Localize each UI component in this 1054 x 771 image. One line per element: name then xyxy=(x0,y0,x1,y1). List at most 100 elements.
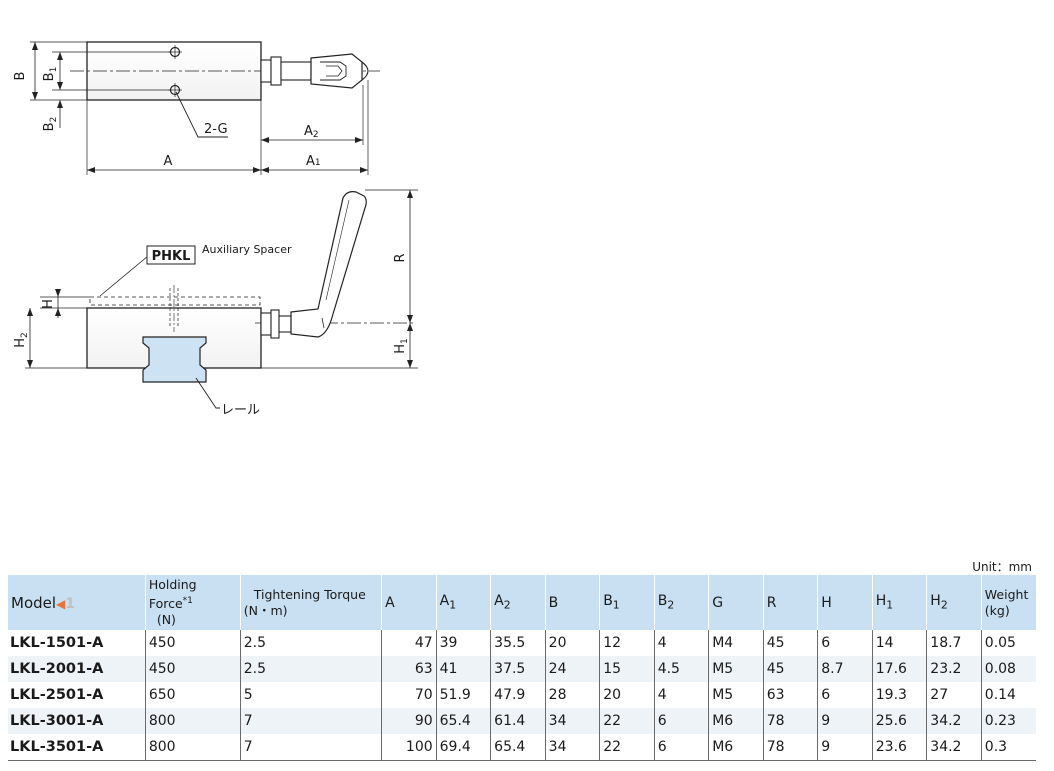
col-header-R: R xyxy=(762,575,818,631)
col-header-H2: H2 xyxy=(926,575,982,631)
cell-H: 6 xyxy=(817,630,873,657)
cell-B2: 6 xyxy=(653,734,709,762)
cell-A: 100 xyxy=(381,734,437,762)
cell-R: 63 xyxy=(762,682,818,709)
cell-H1: 14 xyxy=(871,630,927,657)
col-header-B1: B1 xyxy=(599,575,655,631)
cell-A1: 51.9 xyxy=(435,682,491,709)
top-view xyxy=(30,41,380,175)
table-row: LKL-2001-A 450 2.5 63 41 37.5 24 15 4.5 … xyxy=(8,656,1036,683)
side-view xyxy=(25,189,418,409)
label-2G: 2-G xyxy=(204,122,228,137)
cell-H1: 23.6 xyxy=(871,734,927,762)
cell-A2: 65.4 xyxy=(490,734,546,762)
cell-H: 6 xyxy=(817,682,873,709)
cell-R: 78 xyxy=(762,708,818,735)
cell-H2: 34.2 xyxy=(926,708,982,735)
label-A2: A2 xyxy=(304,124,319,140)
col-header-A2: A2 xyxy=(490,575,546,631)
cell-R: 78 xyxy=(762,734,818,762)
cell-B1: 22 xyxy=(599,734,655,762)
cell-B: 24 xyxy=(544,656,600,683)
table-row: LKL-2501-A 650 5 70 51.9 47.9 28 20 4 M5… xyxy=(8,682,1036,709)
col-header-A: A xyxy=(381,575,437,631)
cell-force: 450 xyxy=(144,630,241,657)
unit-label: Unit：mm xyxy=(972,560,1032,574)
cell-A: 90 xyxy=(381,708,437,735)
cell-B: 34 xyxy=(544,734,600,762)
col-header-B2: B2 xyxy=(653,575,709,631)
cell-force: 800 xyxy=(144,708,241,735)
cell-B2: 4 xyxy=(653,630,709,657)
cell-B1: 22 xyxy=(599,708,655,735)
cell-G: M6 xyxy=(708,734,764,762)
table-row: LKL-3001-A 800 7 90 65.4 61.4 34 22 6 M6… xyxy=(8,708,1036,735)
cell-B1: 15 xyxy=(599,656,655,683)
cell-B1: 12 xyxy=(599,630,655,657)
cell-A2: 37.5 xyxy=(490,656,546,683)
cell-model: LKL-2501-A xyxy=(8,682,146,709)
cell-A2: 47.9 xyxy=(490,682,546,709)
cell-A: 70 xyxy=(381,682,437,709)
cell-model: LKL-3501-A xyxy=(8,734,146,762)
cell-weight: 0.14 xyxy=(980,682,1036,709)
label-B: B xyxy=(13,72,28,81)
cell-A2: 61.4 xyxy=(490,708,546,735)
cell-model: LKL-3001-A xyxy=(8,708,146,735)
label-A1: A1 xyxy=(306,154,321,169)
label-H: H xyxy=(41,299,56,309)
cell-B: 34 xyxy=(544,708,600,735)
cell-A1: 65.4 xyxy=(435,708,491,735)
cell-A1: 39 xyxy=(435,630,491,657)
cell-force: 650 xyxy=(144,682,241,709)
cell-A1: 41 xyxy=(435,656,491,683)
cell-H: 9 xyxy=(817,708,873,735)
cell-B2: 6 xyxy=(653,708,709,735)
cell-torque: 7 xyxy=(239,734,382,762)
cell-H: 8.7 xyxy=(817,656,873,683)
cell-H1: 25.6 xyxy=(871,708,927,735)
cell-model: LKL-2001-A xyxy=(8,656,146,683)
label-H1: H1 xyxy=(393,338,410,354)
cell-weight: 0.05 xyxy=(980,630,1036,657)
col-header-torque: Tightening Torque (N・m) xyxy=(239,575,382,631)
cell-B: 20 xyxy=(544,630,600,657)
col-header-H1: H1 xyxy=(871,575,927,631)
table-row: LKL-1501-A 450 2.5 47 39 35.5 20 12 4 M4… xyxy=(8,630,1036,657)
label-A: A xyxy=(164,154,173,169)
cell-A2: 35.5 xyxy=(490,630,546,657)
table-header-row: Model◀1 Holding Force*1 (N) Tightening T… xyxy=(8,575,1036,631)
cell-H1: 19.3 xyxy=(871,682,927,709)
cell-model: LKL-1501-A xyxy=(8,630,146,657)
col-header-holding-force: Holding Force*1 (N) xyxy=(144,575,241,631)
col-header-weight: Weight (kg) xyxy=(980,575,1036,631)
cell-R: 45 xyxy=(762,630,818,657)
cell-G: M5 xyxy=(708,682,764,709)
cell-H1: 17.6 xyxy=(871,656,927,683)
cell-H2: 27 xyxy=(926,682,982,709)
cell-weight: 0.08 xyxy=(980,656,1036,683)
cell-A: 47 xyxy=(381,630,437,657)
cell-B2: 4 xyxy=(653,682,709,709)
col-header-model: Model◀1 xyxy=(8,575,146,631)
cell-torque: 5 xyxy=(239,682,382,709)
col-header-H: H xyxy=(817,575,873,631)
cell-B1: 20 xyxy=(599,682,655,709)
label-phkl: PHKL xyxy=(152,249,191,264)
spec-table: Model◀1 Holding Force*1 (N) Tightening T… xyxy=(8,575,1036,762)
cell-H2: 23.2 xyxy=(926,656,982,683)
label-aux-spacer: Auxiliary Spacer xyxy=(202,243,292,256)
cell-torque: 2.5 xyxy=(239,630,382,657)
cell-A1: 69.4 xyxy=(435,734,491,762)
cell-force: 800 xyxy=(144,734,241,762)
cell-G: M6 xyxy=(708,708,764,735)
technical-drawing: B B1 B2 2-G A A1 A2 PHKL Auxiliary Space… xyxy=(13,41,418,418)
label-rail: レール xyxy=(221,403,260,418)
cell-weight: 0.23 xyxy=(980,708,1036,735)
col-header-G: G xyxy=(708,575,764,631)
cell-B: 28 xyxy=(544,682,600,709)
cell-torque: 2.5 xyxy=(239,656,382,683)
cell-R: 45 xyxy=(762,656,818,683)
cell-B2: 4.5 xyxy=(653,656,709,683)
cell-weight: 0.3 xyxy=(980,734,1036,762)
